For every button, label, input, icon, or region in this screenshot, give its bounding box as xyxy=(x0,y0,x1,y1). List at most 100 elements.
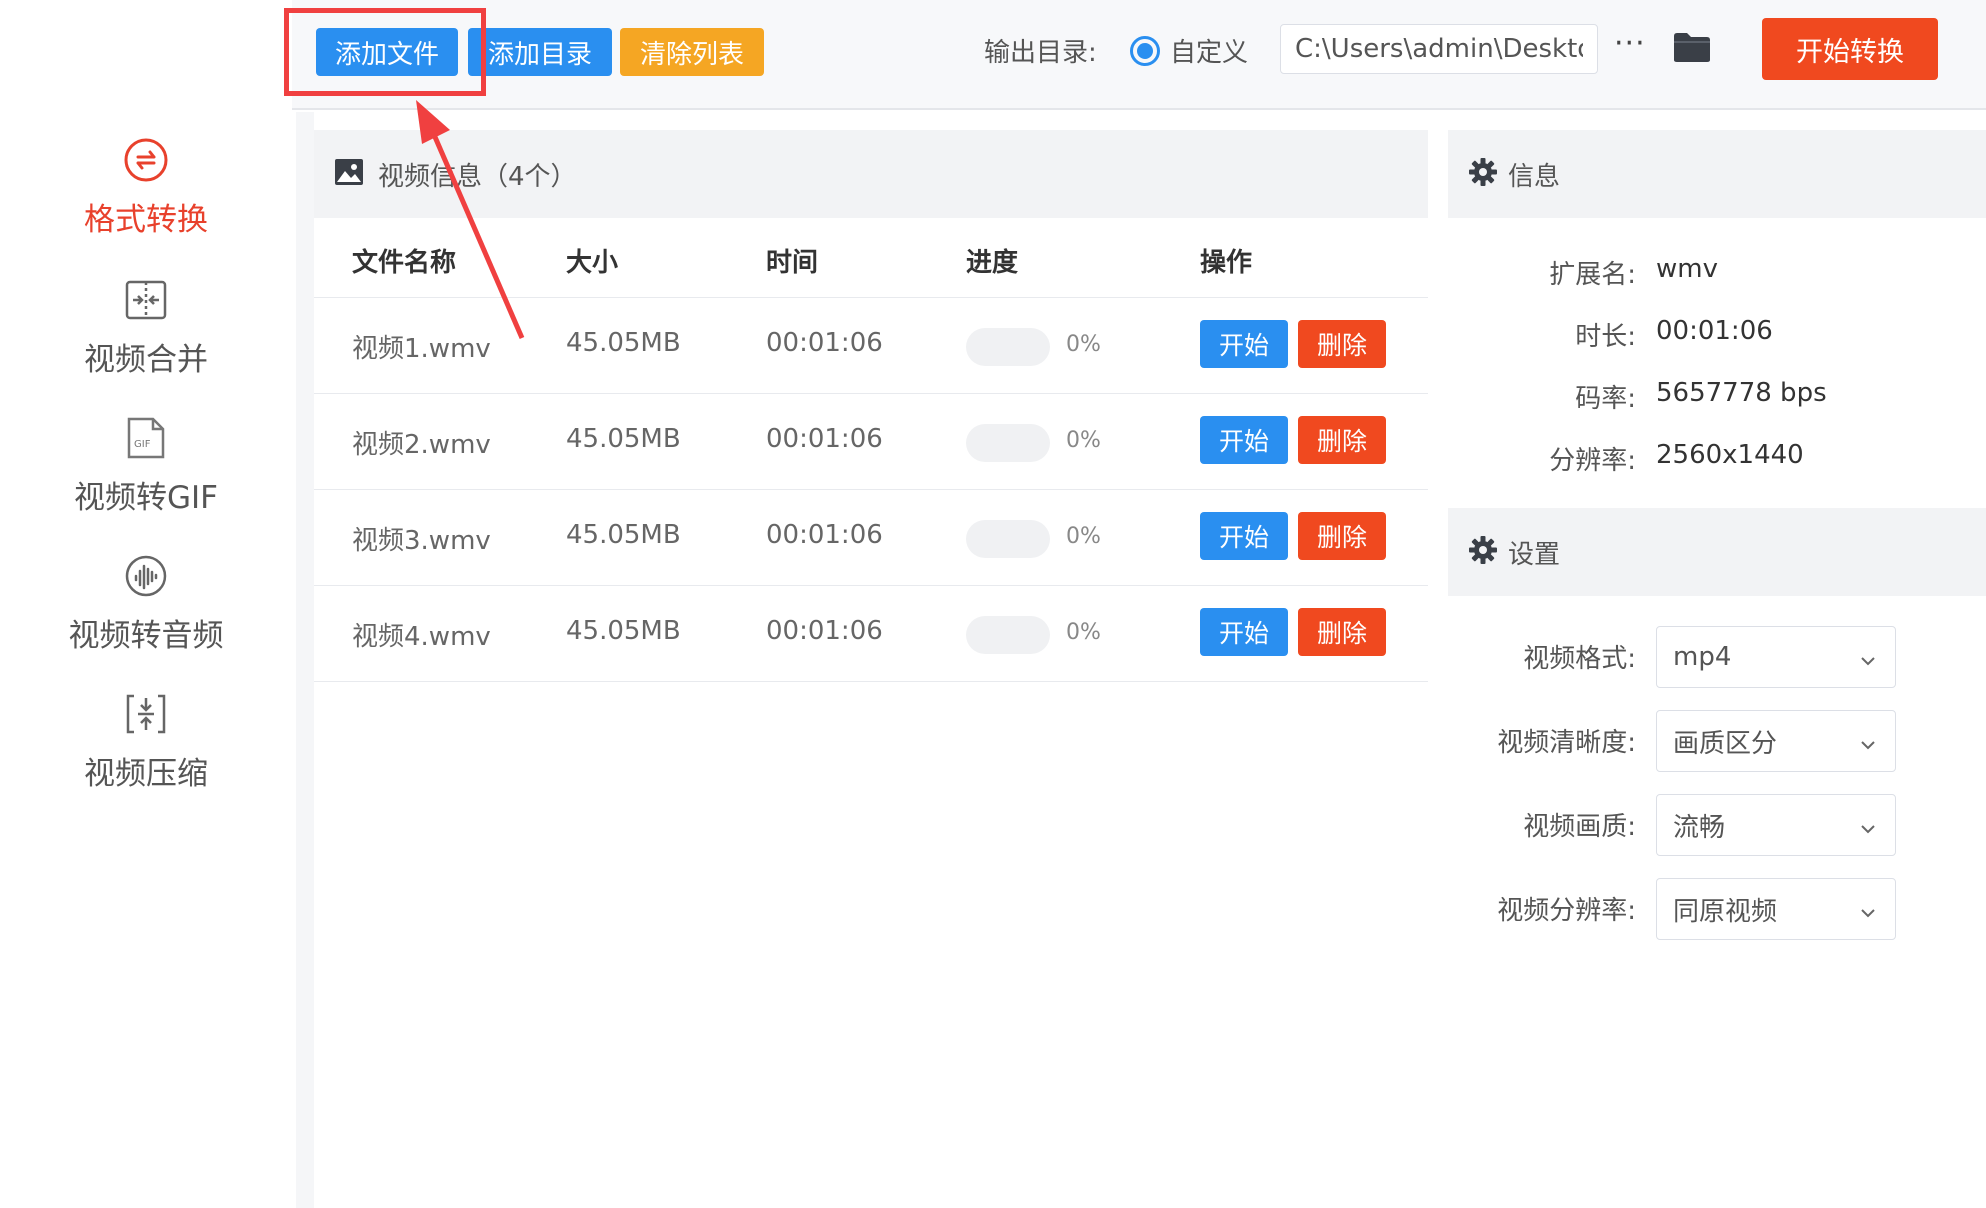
file-time-cell: 00:01:06 xyxy=(766,424,883,454)
setting-label: 视频清晰度: xyxy=(1497,728,1636,758)
sidebar-item-label: 格式转换 xyxy=(84,202,208,238)
settings-title: 设置 xyxy=(1508,539,1561,570)
format-convert-icon xyxy=(122,136,170,184)
info-key: 时长: xyxy=(1575,322,1636,352)
setting-label: 视频分辨率: xyxy=(1497,896,1636,926)
select-value: 画质区分 xyxy=(1673,728,1778,759)
column-header: 大小 xyxy=(566,248,619,278)
info-title: 信息 xyxy=(1508,161,1561,192)
info-value: 2560x1440 xyxy=(1656,440,1804,470)
file-name-cell: 视频2.wmv xyxy=(352,430,491,460)
video-merge-icon xyxy=(122,276,170,324)
info-header: 信息 xyxy=(1448,130,1986,218)
sidebar-item-video-compress[interactable]: 视频压缩 xyxy=(0,690,292,793)
progress-percent: 0% xyxy=(1066,524,1101,549)
info-key: 码率: xyxy=(1575,384,1636,414)
start-button[interactable]: 开始 xyxy=(1200,608,1288,656)
info-key: 分辨率: xyxy=(1549,446,1636,476)
file-name-cell: 视频1.wmv xyxy=(352,334,491,364)
divider xyxy=(296,112,314,1208)
start-button[interactable]: 开始 xyxy=(1200,320,1288,368)
start-button[interactable]: 开始 xyxy=(1200,416,1288,464)
sidebar-item-video-gif[interactable]: GIF 视频转GIF xyxy=(0,414,292,517)
gear-icon xyxy=(1468,157,1498,191)
output-path-input[interactable] xyxy=(1280,24,1598,74)
settings-header: 设置 xyxy=(1448,508,1986,596)
chevron-down-icon xyxy=(1859,731,1877,761)
file-size-cell: 45.05MB xyxy=(566,616,681,646)
progress-bar xyxy=(966,616,1050,654)
sidebar-item-label: 视频转音频 xyxy=(68,618,224,654)
file-time-cell: 00:01:06 xyxy=(766,616,883,646)
info-value: 00:01:06 xyxy=(1656,316,1773,346)
sidebar-item-label: 视频压缩 xyxy=(84,756,208,792)
progress-bar xyxy=(966,424,1050,462)
file-size-cell: 45.05MB xyxy=(566,328,681,358)
info-value: 5657778 bps xyxy=(1656,378,1827,408)
audio-icon xyxy=(122,552,170,600)
gear-icon xyxy=(1468,535,1498,569)
sidebar: 格式转换 视频合并 GIF 视频转GIF 视频转音频 视频压缩 xyxy=(0,0,292,1208)
table-row: 视频2.wmv 45.05MB 00:01:06 0% 开始 删除 xyxy=(314,394,1428,490)
file-time-cell: 00:01:06 xyxy=(766,328,883,358)
highlight-box xyxy=(284,8,486,96)
delete-button[interactable]: 删除 xyxy=(1298,416,1386,464)
chevron-down-icon xyxy=(1859,899,1877,929)
file-panel-header: 视频信息（4个） xyxy=(314,130,1428,218)
column-header: 进度 xyxy=(966,248,1019,278)
video-format-select[interactable]: mp4 xyxy=(1656,626,1896,688)
setting-label: 视频格式: xyxy=(1523,644,1636,674)
sidebar-item-label: 视频合并 xyxy=(84,342,208,378)
column-header: 时间 xyxy=(766,248,819,278)
sidebar-item-format-convert[interactable]: 格式转换 xyxy=(0,136,292,239)
column-header: 文件名称 xyxy=(352,248,457,278)
file-size-cell: 45.05MB xyxy=(566,520,681,550)
progress-bar xyxy=(966,328,1050,366)
file-name-cell: 视频4.wmv xyxy=(352,622,491,652)
info-settings-panel: 信息 扩展名: wmv 时长: 00:01:06 码率: 5657778 bps… xyxy=(1448,130,1986,1208)
svg-text:GIF: GIF xyxy=(134,439,151,450)
delete-button[interactable]: 删除 xyxy=(1298,320,1386,368)
file-time-cell: 00:01:06 xyxy=(766,520,883,550)
output-dir-label: 输出目录: xyxy=(984,38,1097,68)
sidebar-item-video-audio[interactable]: 视频转音频 xyxy=(0,552,292,655)
custom-radio[interactable]: 自定义 xyxy=(1130,32,1248,69)
image-icon xyxy=(334,158,364,190)
table-header: 文件名称 大小 时间 进度 操作 xyxy=(314,218,1428,298)
sidebar-item-label: 视频转GIF xyxy=(74,480,218,516)
more-icon[interactable]: ··· xyxy=(1614,26,1646,61)
progress-bar xyxy=(966,520,1050,558)
info-key: 扩展名: xyxy=(1549,260,1636,290)
progress-percent: 0% xyxy=(1066,428,1101,453)
radio-selected-icon[interactable] xyxy=(1130,35,1160,66)
delete-button[interactable]: 删除 xyxy=(1298,608,1386,656)
file-name-cell: 视频3.wmv xyxy=(352,526,491,556)
select-value: 流畅 xyxy=(1673,812,1726,843)
add-directory-button[interactable]: 添加目录 xyxy=(468,28,612,76)
chevron-down-icon xyxy=(1859,815,1877,845)
sidebar-item-video-merge[interactable]: 视频合并 xyxy=(0,276,292,379)
progress-percent: 0% xyxy=(1066,620,1101,645)
compress-icon xyxy=(122,690,170,738)
column-header: 操作 xyxy=(1200,248,1253,278)
select-value: mp4 xyxy=(1673,642,1732,672)
custom-radio-label: 自定义 xyxy=(1170,38,1249,68)
progress-percent: 0% xyxy=(1066,332,1101,357)
video-resolution-select[interactable]: 同原视频 xyxy=(1656,878,1896,940)
table-row: 视频4.wmv 45.05MB 00:01:06 0% 开始 删除 xyxy=(314,586,1428,682)
delete-button[interactable]: 删除 xyxy=(1298,512,1386,560)
setting-label: 视频画质: xyxy=(1523,812,1636,842)
chevron-down-icon xyxy=(1859,647,1877,677)
clear-list-button[interactable]: 清除列表 xyxy=(620,28,764,76)
video-clarity-select[interactable]: 画质区分 xyxy=(1656,710,1896,772)
info-value: wmv xyxy=(1656,254,1718,284)
gif-icon: GIF xyxy=(122,414,170,462)
file-list-panel: 视频信息（4个） 文件名称 大小 时间 进度 操作 视频1.wmv 45.05M… xyxy=(314,130,1428,1208)
table-row: 视频3.wmv 45.05MB 00:01:06 0% 开始 删除 xyxy=(314,490,1428,586)
video-quality-select[interactable]: 流畅 xyxy=(1656,794,1896,856)
folder-icon[interactable] xyxy=(1672,30,1712,68)
start-convert-button[interactable]: 开始转换 xyxy=(1762,18,1938,80)
start-button[interactable]: 开始 xyxy=(1200,512,1288,560)
file-size-cell: 45.05MB xyxy=(566,424,681,454)
table-row: 视频1.wmv 45.05MB 00:01:06 0% 开始 删除 xyxy=(314,298,1428,394)
